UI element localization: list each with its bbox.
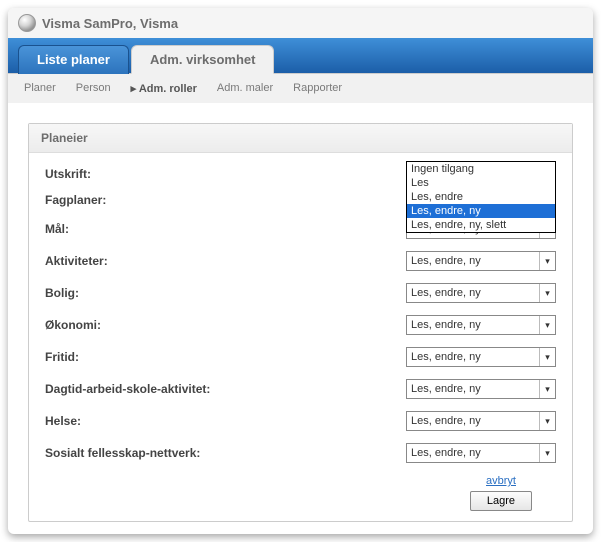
select-okonomi[interactable]: Les, endre, ny ▾ [406,315,556,335]
chevron-down-icon: ▾ [539,444,555,462]
form-actions: avbryt Lagre [45,475,556,511]
sub-nav: Planer Person Adm. roller Adm. maler Rap… [8,73,593,103]
row-sosialt: Sosialt fellesskap-nettverk: Les, endre,… [45,443,556,463]
content-area: Planeier Ingen tilgang Les Les, endre Le… [8,103,593,534]
chevron-down-icon: ▾ [539,252,555,270]
row-bolig: Bolig: Les, endre, ny ▾ [45,283,556,303]
label-fagplaner: Fagplaner: [45,193,295,207]
subnav-adm-maler[interactable]: Adm. maler [217,82,273,95]
subnav-planer[interactable]: Planer [24,82,56,95]
select-value: Les, endre, ny [411,319,481,331]
dropdown-option[interactable]: Ingen tilgang [407,162,555,176]
chevron-down-icon: ▾ [539,316,555,334]
dropdown-option[interactable]: Les, endre [407,190,555,204]
chevron-down-icon: ▾ [539,348,555,366]
select-helse[interactable]: Les, endre, ny ▾ [406,411,556,431]
dropdown-option-selected[interactable]: Les, endre, ny [407,204,555,218]
label-okonomi: Økonomi: [45,318,295,332]
row-okonomi: Økonomi: Les, endre, ny ▾ [45,315,556,335]
select-value: Les, endre, ny [411,255,481,267]
label-fritid: Fritid: [45,350,295,364]
label-bolig: Bolig: [45,286,295,300]
select-sosialt[interactable]: Les, endre, ny ▾ [406,443,556,463]
subnav-person[interactable]: Person [76,82,111,95]
select-value: Les, endre, ny [411,287,481,299]
chevron-down-icon: ▾ [539,284,555,302]
select-fritid[interactable]: Les, endre, ny ▾ [406,347,556,367]
row-fritid: Fritid: Les, endre, ny ▾ [45,347,556,367]
select-bolig[interactable]: Les, endre, ny ▾ [406,283,556,303]
chevron-down-icon: ▾ [539,380,555,398]
dropdown-option[interactable]: Les, endre, ny, slett [407,218,555,232]
dropdown-option[interactable]: Les [407,176,555,190]
select-value: Les, endre, ny [411,415,481,427]
panel-body: Ingen tilgang Les Les, endre Les, endre,… [29,153,572,521]
tab-adm-virksomhet[interactable]: Adm. virksomhet [131,45,274,74]
subnav-adm-roller[interactable]: Adm. roller [131,82,197,95]
chevron-down-icon: ▾ [539,412,555,430]
select-value: Les, endre, ny [411,447,481,459]
panel-planeier: Planeier Ingen tilgang Les Les, endre Le… [28,123,573,522]
permission-dropdown-open[interactable]: Ingen tilgang Les Les, endre Les, endre,… [406,161,556,233]
select-value: Les, endre, ny [411,383,481,395]
app-window: Visma SamPro, Visma Liste planer Adm. vi… [8,8,593,534]
main-tabs: Liste planer Adm. virksomhet [8,38,593,73]
app-logo-icon [18,14,36,32]
label-helse: Helse: [45,414,295,428]
label-dagtid: Dagtid-arbeid-skole-aktivitet: [45,382,295,396]
row-aktiviteter: Aktiviteter: Les, endre, ny ▾ [45,251,556,271]
label-sosialt: Sosialt fellesskap-nettverk: [45,446,295,460]
panel-title: Planeier [29,124,572,153]
title-bar: Visma SamPro, Visma [8,8,593,38]
tab-liste-planer[interactable]: Liste planer [18,45,129,74]
row-dagtid: Dagtid-arbeid-skole-aktivitet: Les, endr… [45,379,556,399]
label-aktiviteter: Aktiviteter: [45,254,295,268]
select-aktiviteter[interactable]: Les, endre, ny ▾ [406,251,556,271]
save-button[interactable]: Lagre [470,491,532,511]
row-helse: Helse: Les, endre, ny ▾ [45,411,556,431]
label-mal: Mål: [45,222,295,236]
subnav-rapporter[interactable]: Rapporter [293,82,342,95]
select-value: Les, endre, ny [411,351,481,363]
select-dagtid[interactable]: Les, endre, ny ▾ [406,379,556,399]
app-title: Visma SamPro, Visma [42,16,178,31]
cancel-link[interactable]: avbryt [486,475,516,487]
label-utskrift: Utskrift: [45,167,295,181]
